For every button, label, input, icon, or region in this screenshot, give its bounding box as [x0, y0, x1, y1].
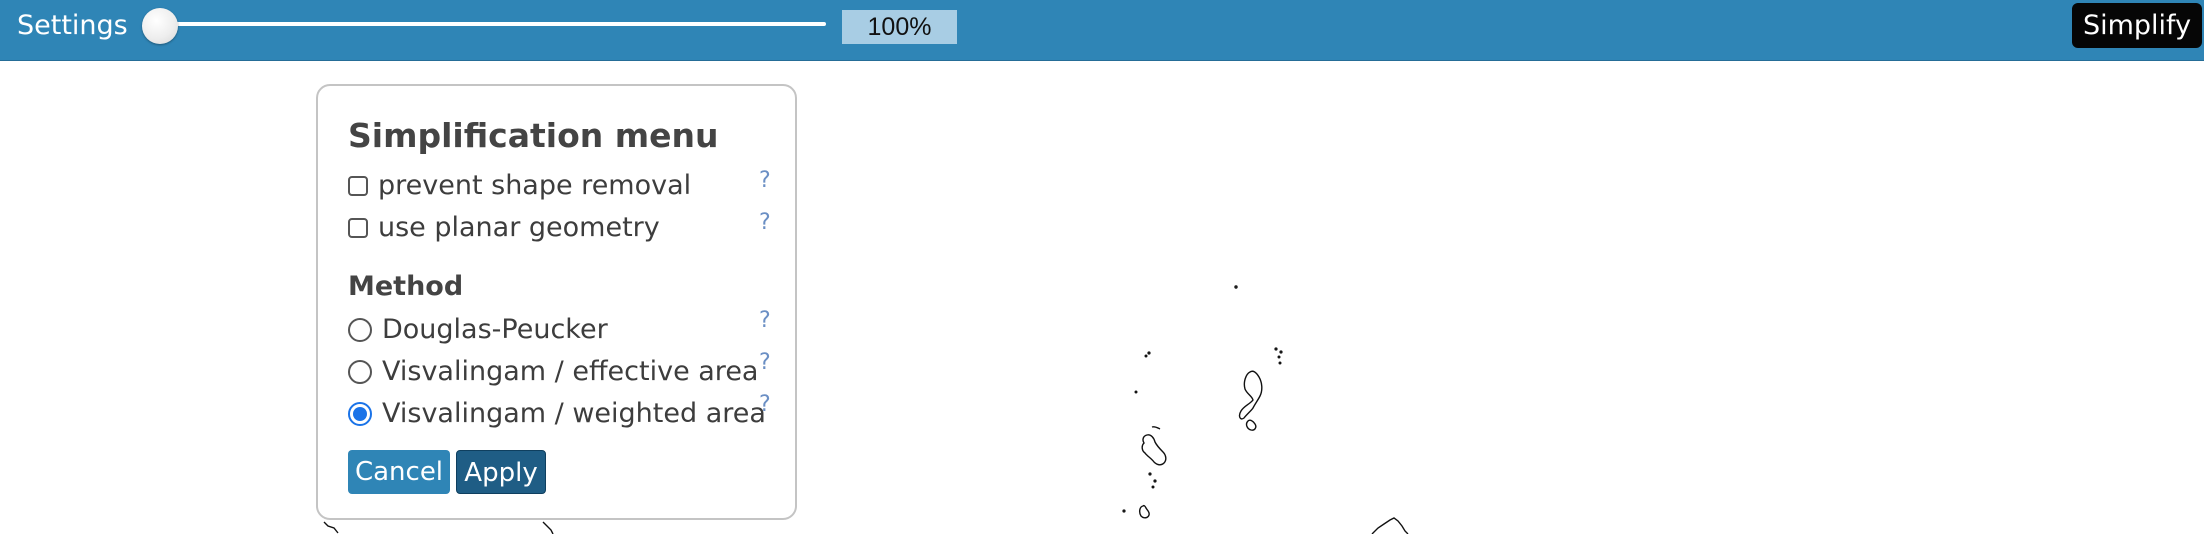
map-island	[1279, 350, 1283, 354]
visvalingam-effective-area-radio[interactable]	[348, 360, 372, 384]
visvalingam-weighted-area-radio[interactable]	[348, 402, 372, 426]
map-island	[1153, 479, 1157, 483]
method-label: Douglas-Peucker	[382, 314, 608, 345]
use-planar-geometry-checkbox[interactable]	[348, 218, 368, 238]
method-heading: Method	[348, 271, 464, 302]
map-island	[1151, 426, 1161, 430]
map-coastline	[1371, 517, 1409, 534]
help-icon[interactable]: ?	[759, 348, 771, 378]
method-visvalingam-effective-area[interactable]: Visvalingam / effective area	[348, 354, 758, 390]
map-island	[1134, 390, 1138, 394]
option-label: use planar geometry	[378, 212, 660, 243]
map-island	[1238, 370, 1263, 420]
cancel-button[interactable]: Cancel	[348, 450, 450, 494]
method-label: Visvalingam / effective area	[382, 356, 759, 387]
douglas-peucker-radio[interactable]	[348, 318, 372, 342]
map-island	[1278, 361, 1282, 365]
method-douglas-peucker[interactable]: Douglas-Peucker	[348, 312, 608, 348]
map-coastline	[542, 521, 554, 534]
simplification-slider-handle[interactable]	[142, 8, 178, 44]
map-island	[1151, 485, 1155, 489]
prevent-shape-removal-checkbox[interactable]	[348, 176, 368, 196]
simplification-slider-track[interactable]	[160, 22, 826, 26]
help-icon[interactable]: ?	[759, 208, 771, 238]
simplify-button[interactable]: Simplify	[2072, 3, 2202, 48]
method-visvalingam-weighted-area[interactable]: Visvalingam / weighted area	[348, 396, 766, 432]
toolbar: Settings Simplify	[0, 0, 2204, 61]
option-use-planar-geometry[interactable]: use planar geometry	[348, 210, 660, 246]
help-icon[interactable]: ?	[759, 306, 771, 336]
map-island	[1147, 351, 1151, 355]
map-island	[1122, 509, 1126, 513]
map-island	[1141, 434, 1167, 466]
map-island	[1234, 285, 1238, 289]
simplification-menu: Simplification menu prevent shape remova…	[316, 84, 797, 520]
help-icon[interactable]: ?	[759, 166, 771, 196]
map-island	[1144, 354, 1148, 358]
map-island	[1274, 347, 1278, 351]
settings-label[interactable]: Settings	[17, 8, 128, 44]
map-island	[1277, 355, 1281, 359]
method-label: Visvalingam / weighted area	[382, 398, 766, 429]
map-island	[1138, 504, 1150, 519]
option-label: prevent shape removal	[378, 170, 692, 201]
map-island	[1148, 472, 1152, 476]
map-coastline	[323, 521, 339, 534]
help-icon[interactable]: ?	[759, 390, 771, 420]
menu-title: Simplification menu	[348, 116, 719, 155]
map-island	[1245, 419, 1257, 431]
option-prevent-shape-removal[interactable]: prevent shape removal	[348, 168, 691, 204]
percent-input[interactable]	[842, 10, 957, 44]
apply-button[interactable]: Apply	[456, 450, 546, 494]
